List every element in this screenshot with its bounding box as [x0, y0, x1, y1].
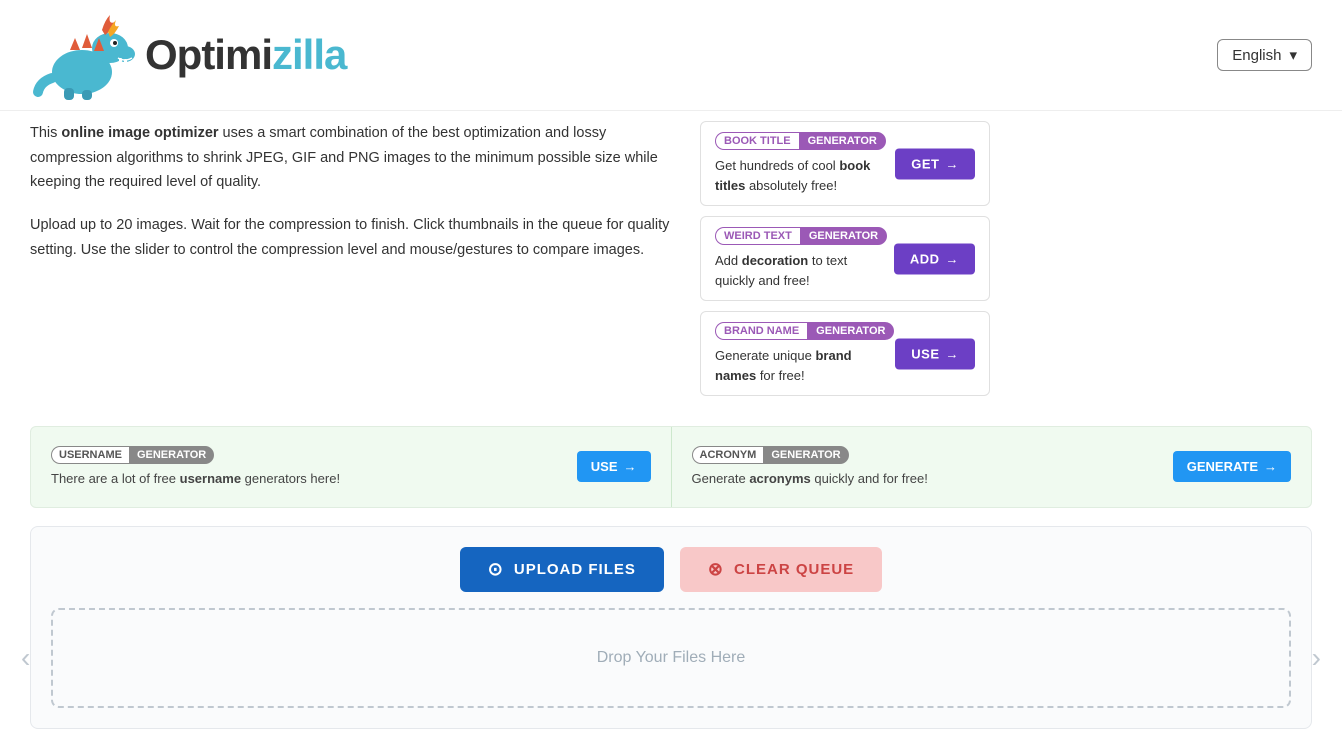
username-item-text: USERNAMEGENERATOR There are a lot of fre… — [51, 445, 561, 489]
arrow-icon: → — [624, 459, 637, 474]
carousel-left-arrow[interactable]: ‹ — [21, 642, 30, 674]
username-btn-label: USE — [591, 459, 618, 474]
drop-zone-wrapper: ‹ Drop Your Files Here › — [51, 608, 1291, 708]
acronym-desc: Generate acronyms quickly and for free! — [692, 469, 1157, 489]
arrow-icon: → — [946, 156, 960, 171]
logo-optimi: Optimi — [145, 31, 272, 78]
acronym-btn-label: GENERATE — [1187, 459, 1258, 474]
right-sidebar: BOOK TITLEGENERATOR Get hundreds of cool… — [700, 121, 990, 406]
brand-name-gen-tag: GENERATOR — [807, 322, 894, 340]
language-label: English — [1232, 47, 1281, 64]
logo-zilla: zilla — [272, 31, 346, 78]
desc2-text: Upload up to 20 images. Wait for the com… — [30, 217, 669, 258]
acronym-generator-item: ACRONYMGENERATOR Generate acronyms quick… — [671, 427, 1312, 507]
logo-text: Optimizilla — [145, 31, 346, 79]
upload-label: UPLOAD FILES — [514, 561, 636, 578]
acronym-gen-tag: GENERATOR — [763, 446, 848, 464]
arrow-icon: → — [1264, 459, 1277, 474]
book-title-tag: BOOK TITLE — [715, 132, 799, 150]
arrow-icon: → — [946, 346, 960, 361]
drop-text: Drop Your Files Here — [597, 649, 746, 667]
book-title-card: BOOK TITLEGENERATOR Get hundreds of cool… — [700, 121, 990, 206]
weird-text-btn[interactable]: ADD → — [894, 243, 975, 274]
upload-icon: ⊙ — [488, 559, 504, 580]
dino-logo — [30, 10, 140, 100]
banner-strip: USERNAMEGENERATOR There are a lot of fre… — [30, 426, 1312, 508]
brand-name-tag: BRAND NAME — [715, 322, 807, 340]
acronym-tag: ACRONYM — [692, 446, 764, 464]
book-title-btn[interactable]: GET → — [895, 148, 975, 179]
logo-area: Optimizilla — [30, 10, 346, 100]
clear-label: CLEAR QUEUE — [734, 561, 854, 578]
weird-text-card: WEIRD TEXTGENERATOR Add decoration to te… — [700, 216, 990, 301]
username-use-btn[interactable]: USE → — [577, 451, 651, 482]
username-desc: There are a lot of free username generat… — [51, 469, 561, 489]
clear-icon: ⊗ — [708, 559, 724, 580]
desc-pre: This — [30, 125, 61, 141]
brand-name-card: BRAND NAMEGENERATOR Generate unique bran… — [700, 311, 990, 396]
arrow-icon: → — [946, 251, 960, 266]
username-generator-item: USERNAMEGENERATOR There are a lot of fre… — [31, 427, 671, 507]
weird-text-gen-tag: GENERATOR — [800, 227, 887, 245]
main-layout: This online image optimizer uses a smart… — [0, 121, 1342, 406]
brand-name-desc: Generate unique brand names for free! — [715, 346, 875, 385]
desc-bold: online image optimizer — [61, 125, 218, 141]
language-selector[interactable]: English ▾ — [1217, 39, 1312, 71]
username-gen-tag: GENERATOR — [129, 446, 214, 464]
book-title-gen-tag: GENERATOR — [799, 132, 886, 150]
drop-zone[interactable]: Drop Your Files Here — [51, 608, 1291, 708]
weird-text-desc: Add decoration to text quickly and free! — [715, 251, 875, 290]
carousel-right-arrow[interactable]: › — [1312, 642, 1321, 674]
username-tag: USERNAME — [51, 446, 129, 464]
upload-buttons: ⊙ UPLOAD FILES ⊗ CLEAR QUEUE — [51, 547, 1291, 592]
clear-queue-button[interactable]: ⊗ CLEAR QUEUE — [680, 547, 882, 592]
upload-area: ⊙ UPLOAD FILES ⊗ CLEAR QUEUE ‹ Drop Your… — [30, 526, 1312, 729]
header: Optimizilla English ▾ — [0, 0, 1342, 111]
upload-files-button[interactable]: ⊙ UPLOAD FILES — [460, 547, 664, 592]
acronym-item-text: ACRONYMGENERATOR Generate acronyms quick… — [692, 445, 1157, 489]
brand-name-btn-label: USE — [911, 346, 939, 361]
weird-text-tag: WEIRD TEXT — [715, 227, 800, 245]
brand-name-btn[interactable]: USE → — [895, 338, 975, 369]
description-paragraph-1: This online image optimizer uses a smart… — [30, 121, 680, 195]
left-content: This online image optimizer uses a smart… — [30, 121, 680, 406]
book-title-desc: Get hundreds of cool book titles absolut… — [715, 156, 875, 195]
weird-text-btn-label: ADD — [910, 251, 940, 266]
description-paragraph-2: Upload up to 20 images. Wait for the com… — [30, 213, 680, 262]
acronym-generate-btn[interactable]: GENERATE → — [1173, 451, 1291, 482]
book-title-btn-label: GET — [911, 156, 939, 171]
chevron-down-icon: ▾ — [1289, 46, 1297, 64]
